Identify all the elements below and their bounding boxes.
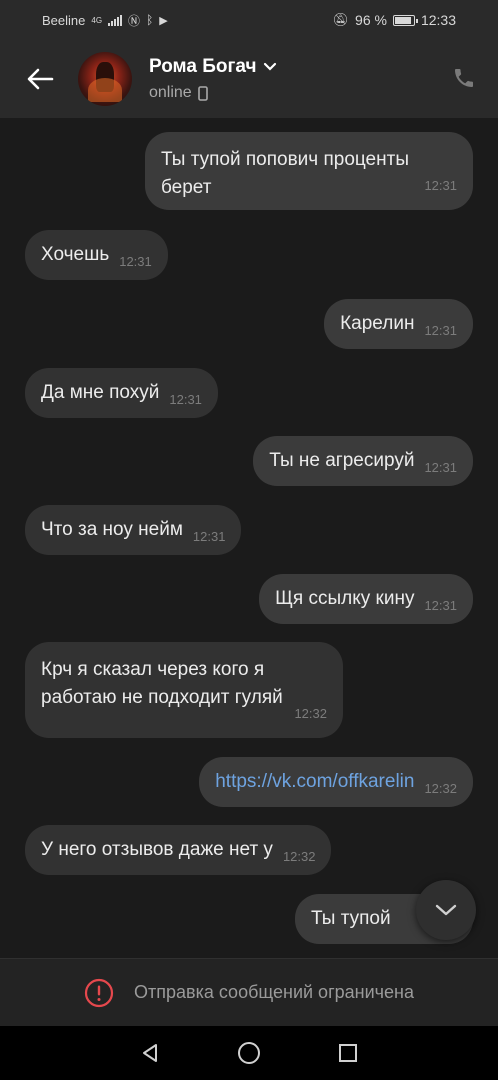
message-bubble[interactable]: https://vk.com/offkarelin 12:32	[199, 757, 473, 807]
clock: 12:33	[420, 12, 456, 28]
contact-status: online	[149, 84, 192, 101]
message-time: 12:31	[424, 460, 457, 475]
carrier-label: Beeline	[42, 12, 86, 28]
battery-icon	[392, 14, 418, 26]
nav-recents-button[interactable]	[328, 1033, 368, 1073]
message-bubble[interactable]: Что за ноу нейм 12:31	[25, 505, 242, 555]
signal-icon	[108, 14, 123, 26]
phone-icon	[455, 69, 473, 87]
contact-name: Рома Богач	[149, 56, 257, 77]
message-text: Ты не агресируй	[269, 450, 415, 471]
battery-text: 96 %	[355, 12, 387, 28]
message-text: Хочешь	[41, 244, 110, 265]
message-bubble[interactable]: Ты не агресируй 12:31	[253, 436, 473, 486]
mute-icon: 🔕︎	[332, 12, 350, 27]
avatar[interactable]	[78, 52, 132, 106]
scroll-down-button[interactable]	[416, 880, 476, 940]
message-time: 12:32	[294, 706, 327, 721]
bluetooth-icon: ᛒ	[146, 13, 154, 27]
back-button[interactable]	[10, 49, 70, 109]
message-bubble[interactable]: Ты тупой попович проценты берет 12:31	[145, 132, 473, 210]
alert-circle-icon	[84, 978, 114, 1007]
status-bar: Beeline 4G Ⓝ ᛒ ▶ 🔕︎ 96 % 12:33	[0, 0, 498, 40]
chevron-down-icon	[263, 62, 276, 71]
system-nav-bar	[0, 1026, 498, 1080]
message-bubble[interactable]: Крч я сказал через кого я работаю не под…	[25, 642, 343, 738]
message-text: Да мне похуй	[41, 382, 160, 403]
message-bubble[interactable]: У него отзывов даже нет у 12:32	[25, 825, 332, 875]
message-time: 12:32	[424, 781, 457, 796]
message-link[interactable]: https://vk.com/offkarelin	[215, 771, 414, 792]
message-text: У него отзывов даже нет у	[41, 839, 273, 860]
message-time: 12:31	[192, 529, 226, 544]
status-left: Beeline 4G Ⓝ ᛒ ▶	[42, 12, 168, 29]
message-time: 12:31	[169, 392, 202, 407]
message-bubble[interactable]: Щя ссылку кину 12:31	[259, 574, 473, 624]
restriction-text: Отправка сообщений ограничена	[134, 982, 414, 1002]
triangle-back-icon	[142, 1044, 157, 1062]
status-right: 🔕︎ 96 % 12:33	[333, 12, 456, 28]
message-text: Щя ссылку кину	[275, 588, 415, 609]
call-button[interactable]	[448, 62, 480, 94]
message-text: Ты тупой	[311, 908, 391, 929]
network-label: 4G	[91, 15, 103, 25]
message-time: 12:31	[424, 598, 457, 613]
message-text: Ты тупой попович проценты берет	[161, 149, 409, 198]
message-text: Что за ноу нейм	[41, 519, 183, 540]
nfc-icon: Ⓝ	[128, 13, 141, 28]
contact-info[interactable]: Рома Богач online	[149, 56, 277, 102]
arrow-left-icon	[27, 68, 54, 90]
message-time: 12:32	[282, 849, 316, 864]
message-time: 12:31	[119, 254, 152, 269]
message-text: Крч я сказал через кого я работаю не под…	[41, 659, 283, 708]
circle-home-icon	[237, 1042, 260, 1064]
message-list[interactable]: Ты тупой попович проценты берет 12:31 Хо…	[0, 118, 498, 958]
nav-back-button[interactable]	[130, 1033, 170, 1073]
message-bubble[interactable]: Хочешь 12:31	[25, 230, 168, 280]
nav-home-button[interactable]	[229, 1033, 269, 1073]
battery-fill	[394, 16, 411, 24]
message-time: 12:31	[424, 178, 457, 193]
message-time: 12:31	[424, 323, 457, 338]
message-text: Карелин	[340, 313, 415, 334]
square-recents-icon	[339, 1044, 358, 1062]
restriction-bar: Отправка сообщений ограничена	[0, 958, 498, 1026]
chevron-down-icon	[435, 904, 457, 916]
play-icon: ▶	[159, 14, 168, 27]
message-bubble[interactable]: Карелин 12:31	[324, 299, 473, 349]
mobile-icon	[197, 85, 208, 101]
chat-header: Рома Богач online	[0, 40, 498, 118]
message-bubble[interactable]: Да мне похуй 12:31	[25, 368, 218, 418]
